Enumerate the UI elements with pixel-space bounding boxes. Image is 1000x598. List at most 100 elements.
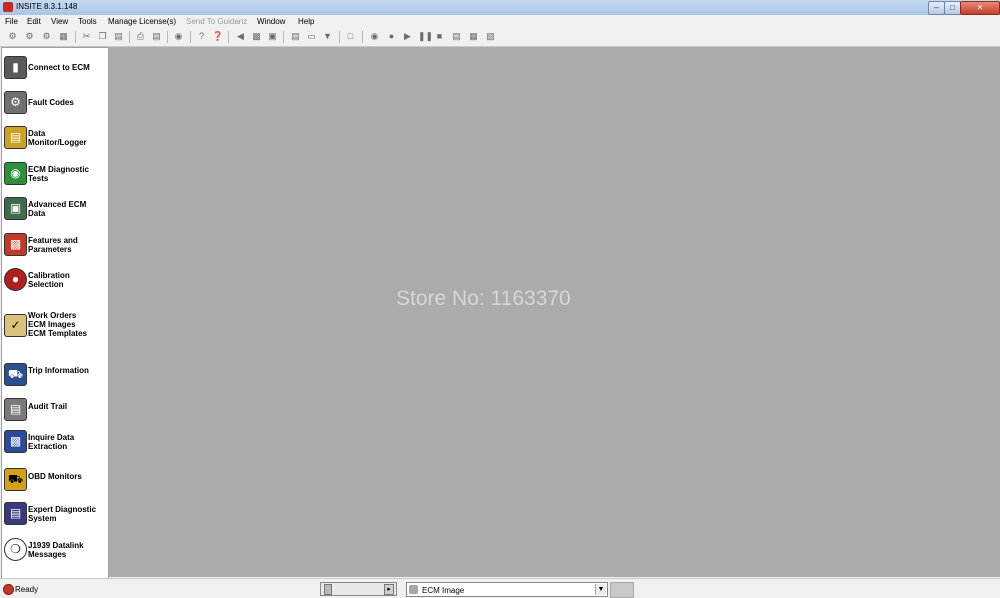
toolbar: ⚙ ⚙ ⚙ ▦ ✂ ❐ ▤ ⎙ ▤ ◉ ? ❓ ◀ ▩ ▣ ▤ ▭ ▼ □ ◉ … [0, 28, 1000, 47]
sidebar-item-obd-monitors[interactable]: ⛟ OBD Monitors [2, 466, 108, 500]
menu-send-to-guidanz[interactable]: Send To Guidanz [186, 17, 247, 26]
combo-value: ECM Image [422, 586, 465, 595]
sidebar-item-label: OBD Monitors [28, 472, 82, 481]
sidebar-item-audit-trail[interactable]: ▤ Audit Trail [2, 396, 108, 430]
advanced-ecm-icon: ▣ [4, 197, 27, 220]
sidebar-item-label: Features and Parameters [28, 236, 78, 254]
sidebar-item-label: Advanced ECM Data [28, 200, 87, 218]
graph-icon[interactable]: ▦ [468, 31, 479, 42]
connect-tool-icon[interactable]: ⚙ [7, 31, 18, 42]
stop-icon[interactable]: ■ [434, 31, 445, 42]
pause-icon[interactable]: ❚❚ [418, 31, 433, 42]
copy-icon[interactable]: ❐ [97, 31, 108, 42]
toolbar-separator [75, 31, 76, 43]
status-text: Ready [15, 585, 39, 594]
filter-icon[interactable]: ▼ [322, 31, 333, 42]
ecm-tool-icon[interactable]: ▩ [251, 31, 262, 42]
sidebar-item-inquire-data-extraction[interactable]: ▩ Inquire Data Extraction [2, 428, 108, 462]
status-indicator-icon [3, 584, 14, 595]
sidebar-item-label: ECM Diagnostic Tests [28, 165, 89, 183]
data-monitor-icon: ▤ [4, 126, 27, 149]
minimize-button[interactable]: – [928, 1, 945, 15]
menu-edit[interactable]: Edit [27, 17, 41, 26]
open-folder-icon[interactable]: ▭ [306, 31, 317, 42]
sidebar-item-data-monitor-logger[interactable]: ▤ Data Monitor/Logger [2, 124, 108, 158]
sidebar-item-label: Calibration Selection [28, 271, 70, 289]
calibration-icon: ● [4, 268, 27, 291]
window-title: INSITE 8.3.1.148 [16, 2, 78, 11]
expert-diagnostic-icon: ▤ [4, 502, 27, 525]
toolbar-separator [129, 31, 130, 43]
j1939-icon: ❍ [4, 538, 27, 561]
toolbar-separator [339, 31, 340, 43]
sidebar-item-connect-to-ecm[interactable]: ▮ Connect to ECM [2, 54, 108, 88]
record-tool-icon[interactable]: ◉ [369, 31, 380, 42]
slider-end-button[interactable]: ▸ [384, 584, 394, 595]
sidebar-item-fault-codes[interactable]: ⚙ Fault Codes [2, 89, 108, 123]
sidebar-item-label: Audit Trail [28, 402, 68, 411]
sidebar-item-features-and-parameters[interactable]: ▩ Features and Parameters [2, 231, 108, 265]
inquire-data-icon: ▩ [4, 430, 27, 453]
sidebar-item-label: Fault Codes [28, 98, 74, 107]
image-tool-icon[interactable]: ▣ [267, 31, 278, 42]
watermark: Store No: 1163370 [396, 287, 571, 310]
play-icon[interactable]: ▶ [402, 31, 413, 42]
maximize-button[interactable]: □ [944, 1, 961, 15]
title-bar: INSITE 8.3.1.148 – □ ✕ [0, 0, 1000, 16]
menu-file[interactable]: File [5, 17, 18, 26]
help-icon[interactable]: ? [196, 31, 207, 42]
sidebar-item-expert-diagnostic-system[interactable]: ▤ Expert Diagnostic System [2, 500, 108, 534]
new-document-icon[interactable]: ▤ [290, 31, 301, 42]
toolbar-separator [190, 31, 191, 43]
sidebar-item-calibration-selection[interactable]: ● Calibration Selection [2, 266, 108, 300]
audit-trail-icon: ▤ [4, 398, 27, 421]
menu-window[interactable]: Window [257, 17, 285, 26]
sidebar-item-label: Data Monitor/Logger [28, 129, 87, 147]
export-icon[interactable]: ▧ [485, 31, 496, 42]
print-preview-icon[interactable]: ▤ [151, 31, 162, 42]
snapshot-icon[interactable]: ▤ [451, 31, 462, 42]
sidebar-item-j1939-datalink-messages[interactable]: ❍ J1939 Datalink Messages [2, 536, 108, 570]
progress-slider[interactable]: ▸ [320, 582, 397, 596]
fault-codes-icon: ⚙ [4, 91, 27, 114]
sidebar-item-label: Trip Information [28, 366, 89, 375]
sidebar-item-label: Expert Diagnostic System [28, 505, 97, 523]
cut-icon[interactable]: ✂ [81, 31, 92, 42]
context-help-icon[interactable]: ❓ [212, 31, 223, 42]
sidebar-item-label: Connect to ECM [28, 63, 90, 72]
toolbar-separator [167, 31, 168, 43]
sidebar-item-ecm-diagnostic-tests[interactable]: ◉ ECM Diagnostic Tests [2, 160, 108, 194]
sidebar-item-advanced-ecm-data[interactable]: ▣ Advanced ECM Data [2, 195, 108, 229]
app-icon [3, 2, 13, 12]
sidebar-item-label: Inquire Data Extraction [28, 433, 75, 451]
sidebar-item-label: J1939 Datalink Messages [28, 541, 84, 559]
ecm-image-icon [409, 585, 418, 594]
record-icon[interactable]: ● [386, 31, 397, 42]
sidebar-item-work-orders[interactable]: ✓ Work Orders ECM Images ECM Templates [2, 306, 108, 346]
connect-ecm-icon: ▮ [4, 56, 27, 79]
menu-help[interactable]: Help [298, 17, 314, 26]
menu-view[interactable]: View [51, 17, 68, 26]
image-type-select[interactable]: ECM Image ▼ [406, 582, 608, 597]
chevron-down-icon[interactable]: ▼ [595, 584, 606, 595]
menu-tools[interactable]: Tools [78, 17, 97, 26]
print-icon[interactable]: ⎙ [135, 31, 146, 42]
ecm-diagnostic-icon: ◉ [4, 162, 27, 185]
menu-manage-licenses[interactable]: Manage License(s) [108, 17, 176, 26]
status-bar: Ready ▸ ECM Image ▼ [0, 578, 1000, 598]
send-icon[interactable]: ◀ [235, 31, 246, 42]
menu-bar: File Edit View Tools Manage License(s) S… [0, 15, 1000, 28]
sidebar-item-trip-information[interactable]: ⛟ Trip Information [2, 361, 108, 395]
status-panel [610, 582, 634, 598]
toolbar-separator [362, 31, 363, 43]
slider-handle[interactable] [324, 584, 332, 595]
report-tool-icon[interactable]: ▦ [58, 31, 69, 42]
monitor-tool-icon[interactable]: ⚙ [41, 31, 52, 42]
fault-tool-icon[interactable]: ⚙ [24, 31, 35, 42]
workspace: Store No: 1163370 [109, 47, 1000, 577]
paste-icon[interactable]: ▤ [113, 31, 124, 42]
blank-page-icon[interactable]: □ [345, 31, 356, 42]
work-orders-icon: ✓ [4, 314, 27, 337]
close-button[interactable]: ✕ [960, 1, 1000, 15]
find-icon[interactable]: ◉ [173, 31, 184, 42]
